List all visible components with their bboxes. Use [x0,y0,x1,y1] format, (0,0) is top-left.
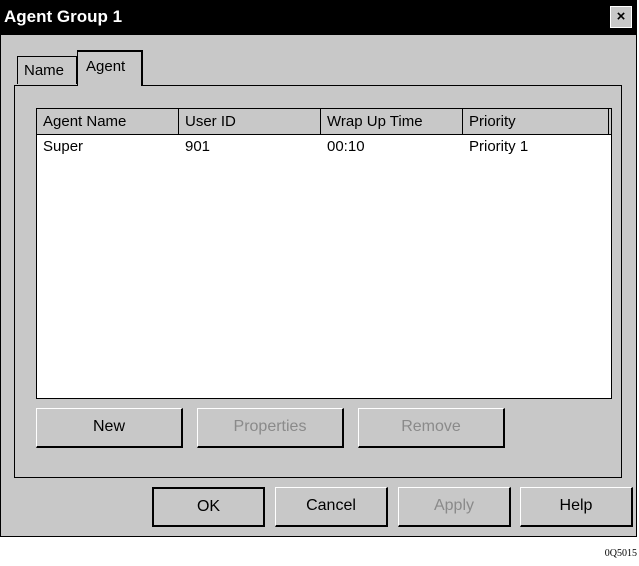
column-header-user-id[interactable]: User ID [179,109,321,134]
apply-button[interactable]: Apply [398,487,511,527]
column-header-agent-name[interactable]: Agent Name [37,109,179,134]
column-header-priority[interactable]: Priority [463,109,609,134]
tab-name[interactable]: Name [17,56,77,84]
cell-priority: Priority 1 [469,138,529,155]
remove-button[interactable]: Remove [358,408,505,448]
cancel-button[interactable]: Cancel [275,487,388,527]
list-header: Agent Name User ID Wrap Up Time Priority [37,109,611,135]
agent-list[interactable]: Agent Name User ID Wrap Up Time Priority… [36,108,612,399]
close-button[interactable]: × [610,6,632,28]
help-button[interactable]: Help [520,487,633,527]
cell-user-id: 901 [185,138,211,155]
cell-wrap-up-time: 00:10 [327,138,365,155]
new-button[interactable]: New [36,408,183,448]
properties-button[interactable]: Properties [197,408,344,448]
table-row[interactable]: Super 901 00:10 Priority 1 [37,138,611,160]
ok-button[interactable]: OK [152,487,265,527]
column-header-wrap-up-time[interactable]: Wrap Up Time [321,109,463,134]
cell-agent-name: Super [43,138,84,155]
title-bar: Agent Group 1 × [1,1,636,35]
tab-agent[interactable]: Agent [77,50,143,86]
figure-id: 0Q5015 [604,548,637,559]
window-title: Agent Group 1 [4,7,123,26]
agent-group-dialog: Agent Group 1 × Name Agent Agent Name Us… [0,0,637,537]
